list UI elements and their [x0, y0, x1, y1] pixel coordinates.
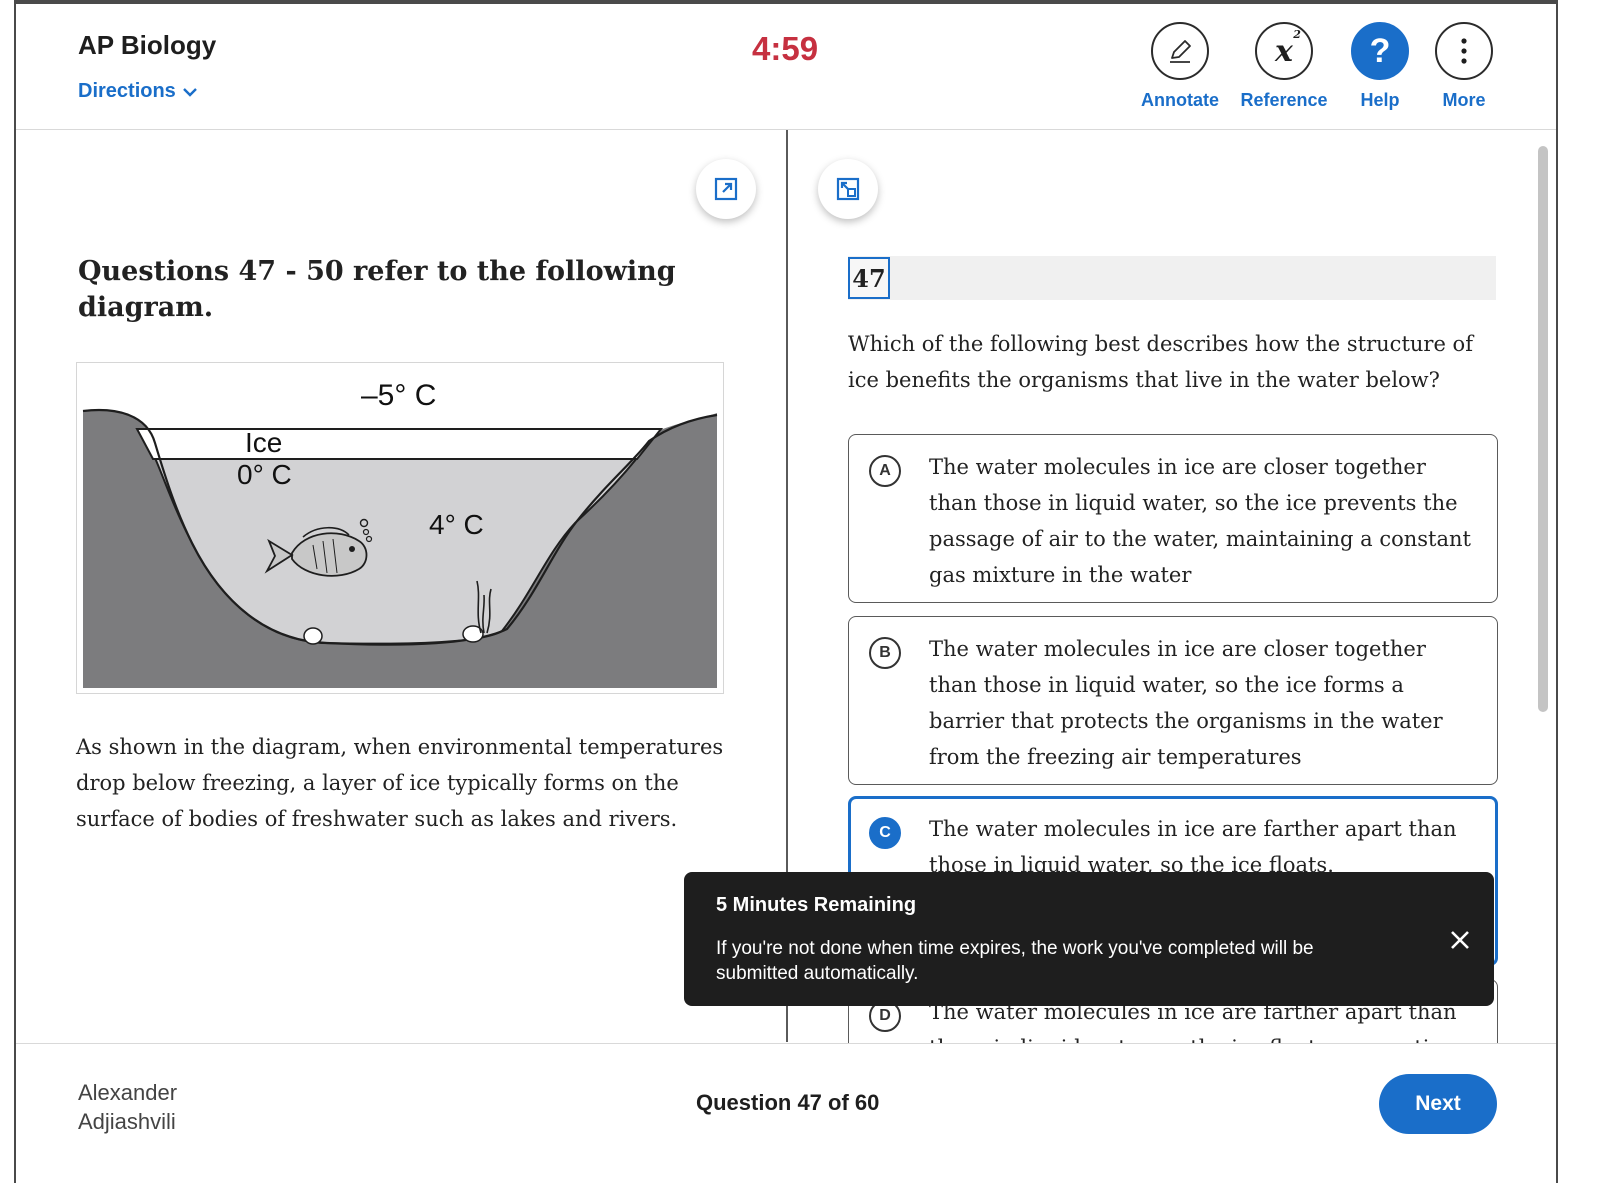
- stimulus-passage: As shown in the diagram, when environmen…: [76, 735, 724, 831]
- more-vertical-icon: [1461, 38, 1467, 64]
- choice-letter-c: C: [869, 817, 901, 849]
- next-button[interactable]: Next: [1379, 1074, 1497, 1134]
- app-title: AP Biology: [78, 30, 217, 60]
- toast-title: 5 Minutes Remaining: [716, 894, 917, 916]
- help-icon: ?: [1369, 31, 1391, 70]
- choice-letter-b: B: [869, 637, 901, 669]
- choice-text-b: The water molecules in ice are closer to…: [929, 637, 1443, 769]
- air-temperature-label: –5° C: [361, 379, 437, 412]
- ice-temperature-label: 0° C: [237, 459, 292, 490]
- ice-label: Ice: [245, 427, 283, 458]
- choice-letter-a: A: [869, 455, 901, 487]
- directions-toggle[interactable]: Directions: [78, 80, 198, 103]
- chevron-down-icon: [182, 87, 197, 97]
- more-button[interactable]: More: [1416, 22, 1512, 111]
- reference-label: Reference: [1240, 90, 1328, 110]
- student-name: Alexander Adjiashvili: [78, 1080, 178, 1134]
- exam-window: AP Biology Directions 4:59 Annotate x2 R…: [14, 0, 1558, 1183]
- close-icon[interactable]: [1448, 928, 1472, 952]
- annotate-button[interactable]: Annotate: [1132, 22, 1228, 111]
- help-label: Help: [1360, 90, 1400, 110]
- formula-icon: x2: [1275, 27, 1301, 69]
- footer-bar: Alexander Adjiashvili Question 47 of 60 …: [16, 1043, 1556, 1183]
- collapse-icon: [836, 177, 860, 201]
- question-header-bar: [848, 256, 1496, 300]
- answer-choice-b[interactable]: B The water molecules in ice are closer …: [848, 616, 1498, 785]
- reference-button[interactable]: x2 Reference: [1236, 22, 1332, 111]
- water-temperature-label: 4° C: [429, 509, 484, 540]
- answer-choice-a[interactable]: A The water molecules in ice are closer …: [848, 434, 1498, 603]
- question-number[interactable]: 47: [848, 257, 890, 299]
- lake-ice-diagram: –5° C Ice 0° C 4° C: [76, 362, 724, 694]
- question-progress-button[interactable]: Question 47 of 60: [696, 1090, 879, 1116]
- expand-right-pane-button[interactable]: [818, 159, 878, 219]
- question-text: Which of the following best describes ho…: [848, 332, 1473, 392]
- header-bar: AP Biology Directions 4:59 Annotate x2 R…: [16, 4, 1556, 130]
- expand-left-pane-button[interactable]: [696, 159, 756, 219]
- toast-message: If you're not done when time expires, th…: [716, 938, 1314, 984]
- pencil-icon: [1170, 40, 1191, 63]
- right-pane-scrollbar[interactable]: [1538, 146, 1548, 712]
- annotate-label: Annotate: [1141, 90, 1219, 110]
- directions-label: Directions: [78, 80, 176, 102]
- time-warning-toast: 5 Minutes Remaining If you're not done w…: [684, 872, 1494, 1006]
- countdown-timer[interactable]: 4:59: [752, 30, 818, 68]
- more-label: More: [1442, 90, 1486, 110]
- help-button[interactable]: ? Help: [1332, 22, 1428, 111]
- stimulus-title: Questions 47 - 50 refer to the following…: [78, 256, 676, 323]
- choice-text-a: The water molecules in ice are closer to…: [929, 455, 1471, 587]
- expand-icon: [714, 177, 738, 201]
